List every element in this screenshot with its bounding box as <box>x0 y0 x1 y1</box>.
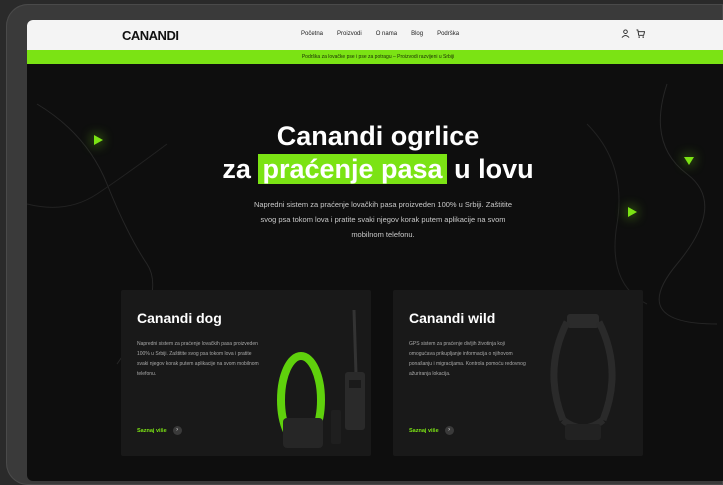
menu-item-pocetna[interactable]: Početna <box>301 31 323 37</box>
learn-more-label: Saznaj više <box>409 427 439 434</box>
main-menu: Početna Proizvodi O nama Blog Podrška <box>301 31 459 37</box>
menu-item-proizvodi[interactable]: Proizvodi <box>337 31 362 37</box>
hero-title-post: u lovu <box>454 154 534 184</box>
promo-banner: Podrška za lovačke pse i pse za potragu … <box>27 50 723 64</box>
map-marker-icon <box>628 207 637 217</box>
product-card-title: Canandi wild <box>409 310 496 326</box>
hero-title: Canandi ogrlice za praćenje pasa u lovu <box>27 120 723 186</box>
cart-icon[interactable] <box>636 29 645 38</box>
product-card-description: Napredni sistem za praćenje lovačkih pas… <box>137 341 259 377</box>
product-card-wild[interactable]: Canandi wild GPS sistem za praćenje divl… <box>393 290 643 456</box>
menu-item-podrska[interactable]: Podrška <box>437 31 459 37</box>
menu-item-o-nama[interactable]: O nama <box>376 31 397 37</box>
device-frame: CANANDI Početna Proizvodi O nama Blog Po… <box>6 4 723 485</box>
arrow-right-icon: › <box>172 426 182 435</box>
hero-title-pre: za <box>222 154 251 184</box>
dog-collar-product-image <box>277 310 365 448</box>
learn-more-link[interactable]: Saznaj više › <box>137 426 182 435</box>
learn-more-label: Saznaj više <box>137 427 167 434</box>
hero-title-highlight: praćenje pasa <box>258 154 447 184</box>
browser-screen: CANANDI Početna Proizvodi O nama Blog Po… <box>27 20 723 481</box>
product-card-description: GPS sistem za praćenje divljih životinja… <box>409 341 526 377</box>
hero-subtitle: Napredni sistem za praćenje lovačkih pas… <box>253 200 513 239</box>
product-card-dog[interactable]: Canandi dog Napredni sistem za praćenje … <box>121 290 371 456</box>
hero-title-line1: Canandi ogrlice <box>276 121 480 151</box>
hero-title-line2: za praćenje pasa u lovu <box>27 153 723 186</box>
top-navbar: CANANDI Početna Proizvodi O nama Blog Po… <box>27 20 723 50</box>
user-icon[interactable] <box>621 29 630 38</box>
menu-item-blog[interactable]: Blog <box>411 31 423 37</box>
product-card-title: Canandi dog <box>137 310 222 326</box>
arrow-right-icon: › <box>444 426 454 435</box>
brand-logo[interactable]: CANANDI <box>122 28 179 43</box>
nav-icons <box>621 29 645 38</box>
learn-more-link[interactable]: Saznaj više › <box>409 426 454 435</box>
wild-collar-product-image <box>550 314 616 440</box>
